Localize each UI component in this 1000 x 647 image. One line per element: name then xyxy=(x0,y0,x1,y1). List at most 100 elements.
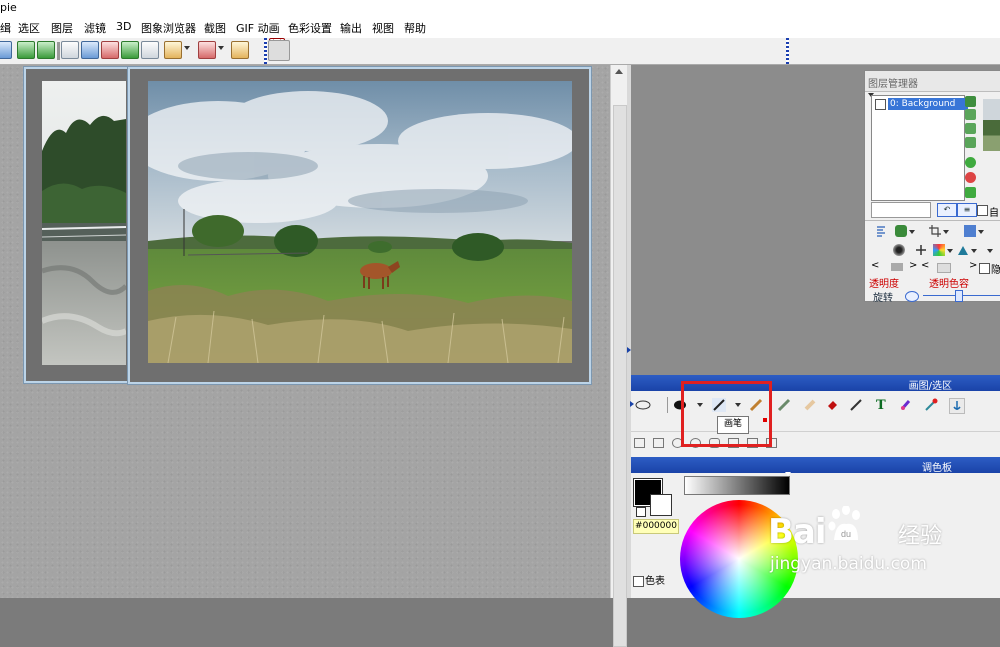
layer-list[interactable]: 0: Background xyxy=(871,95,968,201)
gradient-marker-icon[interactable] xyxy=(785,472,791,476)
auto-checkbox[interactable] xyxy=(977,205,988,216)
tolerance-slider-thumb[interactable] xyxy=(937,263,951,273)
crop-layer-icon[interactable] xyxy=(929,225,941,237)
menu-view[interactable]: 视图 xyxy=(372,20,394,36)
new-icon[interactable] xyxy=(0,41,12,59)
workspace-vertical-scrollbar[interactable] xyxy=(610,65,628,647)
background-color-swatch[interactable] xyxy=(650,494,672,516)
add-layer-icon[interactable] xyxy=(965,157,976,168)
opacity-label: 透明度 xyxy=(869,279,899,290)
swap-colors-icon[interactable] xyxy=(636,507,646,517)
color-layer-icon[interactable] xyxy=(933,244,945,256)
menu-selection[interactable]: 选区 xyxy=(18,20,40,36)
color-hex-label: #000000 xyxy=(633,519,679,534)
airbrush-icon[interactable] xyxy=(777,398,791,412)
image-adjust-icon[interactable] xyxy=(198,41,216,59)
transform-icon[interactable] xyxy=(915,244,927,256)
watermark-bai: Bai xyxy=(768,512,827,552)
duplicate-icon[interactable] xyxy=(141,41,159,59)
chevron-down-icon[interactable] xyxy=(184,46,190,50)
ellipse-select-icon[interactable] xyxy=(635,398,651,412)
watermark-url: jingyan.baidu.com xyxy=(770,554,927,574)
layer-manager-header[interactable]: 图层管理器 xyxy=(865,71,1000,92)
paint-bucket-icon[interactable] xyxy=(825,398,839,412)
svg-text:du: du xyxy=(841,529,851,539)
paw-logo-icon: du xyxy=(828,506,860,540)
image-window-back[interactable] xyxy=(24,67,132,383)
panel-expand-icon[interactable] xyxy=(630,401,634,407)
copy-icon[interactable] xyxy=(81,41,99,59)
undo-icon[interactable] xyxy=(17,41,35,59)
image-canvas-landscape[interactable] xyxy=(148,81,572,363)
menu-output[interactable]: 输出 xyxy=(340,20,362,36)
toolbar-grip-right[interactable] xyxy=(786,38,789,64)
baidu-watermark: Bai du du 经验 jingyan.baidu.com xyxy=(768,488,1000,598)
drawing-panel-title: 画图/选区 xyxy=(908,381,952,392)
transparent-color-label: 透明色容 xyxy=(929,279,969,290)
watermark-jingyan: 经验 xyxy=(898,524,943,549)
layer-thumbnail xyxy=(983,99,1000,151)
title-bar: pie xyxy=(0,0,1000,16)
auto-label: 自 xyxy=(989,208,999,219)
menu-layer[interactable]: 图层 xyxy=(51,20,73,36)
triangle-icon[interactable] xyxy=(957,244,969,256)
window-title: pie xyxy=(0,1,17,14)
menu-color-settings[interactable]: 色彩设置 xyxy=(288,20,332,36)
rect-shape-icon[interactable] xyxy=(634,438,645,448)
layer-bottom-icon[interactable] xyxy=(965,137,976,148)
palette-header[interactable]: 调色板 xyxy=(631,457,1000,474)
menu-help[interactable]: 帮助 xyxy=(404,20,426,36)
image-effect-icon[interactable] xyxy=(164,41,182,59)
align-icon[interactable] xyxy=(875,225,887,237)
rotate-label: 旋转 xyxy=(873,293,893,304)
menu-3d[interactable]: 3D xyxy=(116,20,131,33)
cut-icon[interactable] xyxy=(101,41,119,59)
opacity-slider-thumb[interactable] xyxy=(891,263,903,271)
hide-label: 隐 xyxy=(991,265,1000,276)
confirm-layer-icon[interactable] xyxy=(965,187,976,198)
image-thumbnail-hotspring xyxy=(42,81,126,365)
eraser-icon[interactable] xyxy=(803,398,817,412)
text-tool-icon[interactable]: T xyxy=(876,398,890,413)
menu-screenshot[interactable]: 截图 xyxy=(204,20,226,36)
layer-undo-button[interactable]: ↶ xyxy=(937,203,957,217)
rotate-slider-thumb[interactable] xyxy=(955,290,963,302)
ink-brush-icon[interactable] xyxy=(849,398,863,412)
crop-icon[interactable] xyxy=(61,41,79,59)
layer-row-background[interactable]: 0: Background xyxy=(875,98,968,110)
layer-effect-icon[interactable] xyxy=(895,225,907,237)
layer-manager-title: 图层管理器 xyxy=(868,79,918,90)
paste-icon[interactable] xyxy=(121,41,139,59)
zoom-icon[interactable] xyxy=(231,41,249,59)
rotate-minus-icon[interactable] xyxy=(905,291,919,302)
square-shape-icon[interactable] xyxy=(653,438,664,448)
color-table-checkbox[interactable] xyxy=(633,576,644,587)
layer-down-icon[interactable] xyxy=(965,123,976,134)
scrollbar-thumb[interactable] xyxy=(613,105,627,647)
remove-layer-icon[interactable] xyxy=(965,172,976,183)
chevron-down-icon[interactable] xyxy=(218,46,224,50)
menu-filter[interactable]: 滤镜 xyxy=(84,20,106,36)
scroll-up-icon[interactable] xyxy=(615,69,623,74)
anchor-icon[interactable] xyxy=(949,398,965,414)
smudge-icon[interactable] xyxy=(899,398,913,412)
layer-settings-button[interactable]: ≡ xyxy=(957,203,977,217)
blank-toolbar-slot xyxy=(268,40,290,61)
layer-up-icon[interactable] xyxy=(965,109,976,120)
layer-name-input[interactable] xyxy=(871,202,931,218)
clone-icon[interactable] xyxy=(924,398,938,412)
main-toolbar xyxy=(0,38,1000,65)
palette-title: 调色板 xyxy=(922,463,952,474)
layer-visible-checkbox[interactable] xyxy=(875,99,886,110)
menu-edit[interactable]: 缉 xyxy=(0,20,11,36)
highlight-annotation xyxy=(681,381,772,447)
filter-layer-icon[interactable] xyxy=(893,244,905,256)
hide-checkbox[interactable] xyxy=(979,263,990,274)
layer-top-icon[interactable] xyxy=(965,96,976,107)
toolbar-grip[interactable] xyxy=(264,38,267,64)
copy-layer-icon[interactable] xyxy=(964,225,976,237)
menu-gif-animation[interactable]: GIF 动画 xyxy=(236,20,280,36)
redo-icon[interactable] xyxy=(37,41,55,59)
menu-image-browser[interactable]: 图象浏览器 xyxy=(141,20,196,36)
image-window-front[interactable] xyxy=(128,67,591,384)
